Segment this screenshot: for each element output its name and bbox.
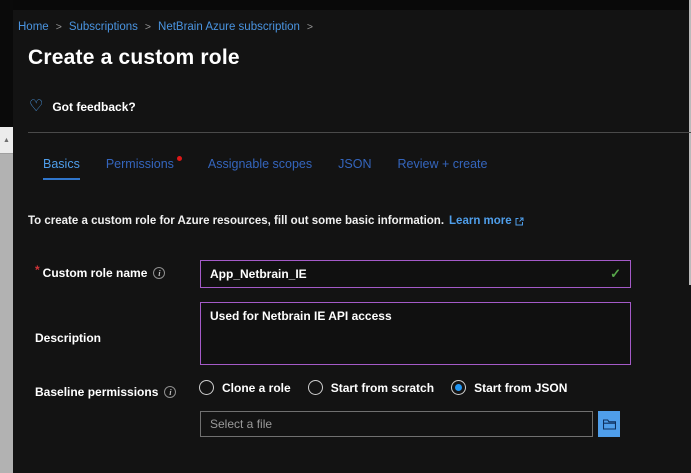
intro-text: To create a custom role for Azure resour… xyxy=(28,215,524,227)
learn-more-link[interactable]: Learn more xyxy=(449,215,524,227)
breadcrumb-separator: > xyxy=(145,21,151,33)
radio-start-from-json[interactable]: Start from JSON xyxy=(451,380,567,395)
radio-start-from-scratch[interactable]: Start from scratch xyxy=(308,380,434,395)
baseline-permissions-label-text: Baseline permissions xyxy=(35,385,158,399)
external-link-icon xyxy=(515,217,524,226)
folder-icon xyxy=(603,419,616,430)
intro-sentence: To create a custom role for Azure resour… xyxy=(28,215,444,227)
info-icon[interactable]: i xyxy=(164,386,176,398)
description-label-text: Description xyxy=(35,331,101,345)
page-title: Create a custom role xyxy=(28,46,240,70)
radio-start-from-scratch-label: Start from scratch xyxy=(331,381,434,395)
tab-review-create-label: Review + create xyxy=(397,157,487,171)
tab-assignable-scopes[interactable]: Assignable scopes xyxy=(208,157,312,180)
baseline-permissions-label: Baseline permissions i xyxy=(35,385,176,399)
got-feedback-label: Got feedback? xyxy=(52,100,135,114)
radio-start-from-json-label: Start from JSON xyxy=(474,381,567,395)
learn-more-label: Learn more xyxy=(449,215,512,227)
heart-icon: ♡ xyxy=(29,99,43,115)
custom-role-name-label-text: Custom role name xyxy=(43,266,148,280)
tab-review-create[interactable]: Review + create xyxy=(397,157,487,180)
scroll-up-arrow-icon: ▲ xyxy=(3,137,10,144)
radio-clone-a-role-label: Clone a role xyxy=(222,381,291,395)
radio-clone-a-role[interactable]: Clone a role xyxy=(199,380,291,395)
baseline-permissions-radio-group: Clone a role Start from scratch Start fr… xyxy=(199,380,567,395)
breadcrumb-separator: > xyxy=(56,21,62,33)
tab-basics[interactable]: Basics xyxy=(43,157,80,180)
valid-check-icon: ✓ xyxy=(610,266,630,282)
custom-role-name-field: ✓ xyxy=(200,260,631,288)
header-divider xyxy=(28,132,691,133)
tab-basics-label: Basics xyxy=(43,157,80,171)
breadcrumb: Home > Subscriptions > NetBrain Azure su… xyxy=(18,21,320,33)
scrollbar-thumb[interactable] xyxy=(0,153,13,473)
tab-json-label: JSON xyxy=(338,157,371,171)
breadcrumb-subscription-name-link[interactable]: NetBrain Azure subscription xyxy=(158,21,300,33)
scroll-up-button[interactable]: ▲ xyxy=(0,127,13,153)
radio-circle-icon xyxy=(308,380,323,395)
create-custom-role-page: ▲ Home > Subscriptions > NetBrain Azure … xyxy=(0,0,691,473)
info-icon[interactable]: i xyxy=(153,267,165,279)
window-top-strip xyxy=(0,0,691,10)
left-scrollbar[interactable]: ▲ xyxy=(0,127,13,473)
breadcrumb-separator: > xyxy=(307,21,313,33)
breadcrumb-home-link[interactable]: Home xyxy=(18,21,49,33)
custom-role-name-input[interactable] xyxy=(201,267,610,281)
tab-json[interactable]: JSON xyxy=(338,157,371,180)
select-file-input[interactable] xyxy=(200,411,593,437)
tab-bar: Basics Permissions Assignable scopes JSO… xyxy=(43,157,487,180)
radio-circle-selected-icon xyxy=(451,380,466,395)
description-textarea[interactable]: Used for Netbrain IE API access xyxy=(200,302,631,365)
got-feedback-button[interactable]: ♡ Got feedback? xyxy=(29,99,136,115)
browse-file-button[interactable] xyxy=(598,411,620,437)
description-label: Description xyxy=(35,331,101,345)
required-marker: * xyxy=(35,263,40,277)
alert-dot-icon xyxy=(177,156,182,161)
tab-permissions-label: Permissions xyxy=(106,157,174,171)
breadcrumb-subscriptions-link[interactable]: Subscriptions xyxy=(69,21,138,33)
tab-permissions[interactable]: Permissions xyxy=(106,157,182,180)
radio-circle-icon xyxy=(199,380,214,395)
custom-role-name-label: * Custom role name i xyxy=(35,266,165,280)
tab-assignable-scopes-label: Assignable scopes xyxy=(208,157,312,171)
